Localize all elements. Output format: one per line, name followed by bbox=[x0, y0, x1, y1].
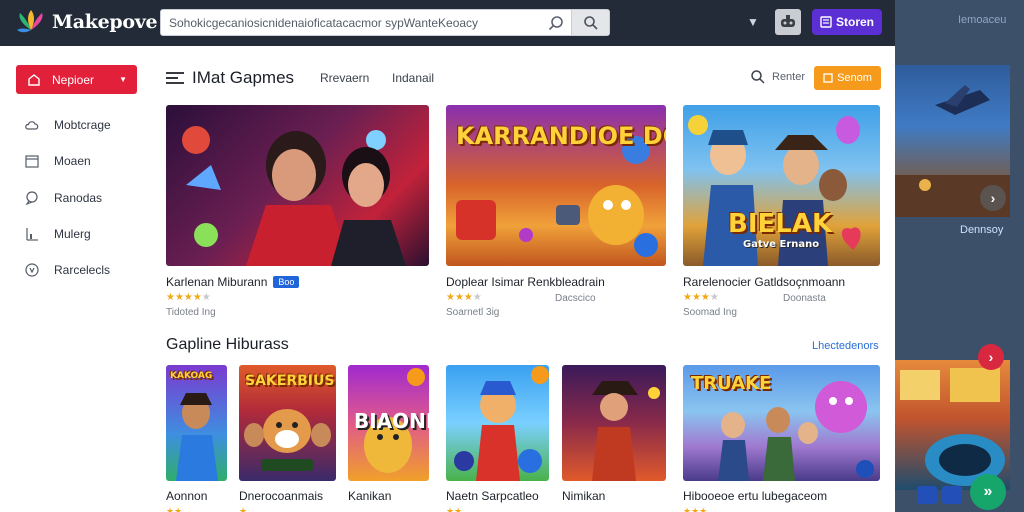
section-title: Gapline Hiburass bbox=[166, 336, 289, 353]
chat-icon bbox=[25, 191, 38, 206]
game-art-subtext: Gatve Ernano bbox=[743, 239, 820, 250]
mini-app-icon[interactable] bbox=[917, 486, 937, 504]
game-badge: Boo bbox=[273, 276, 300, 288]
game-thumbnail[interactable]: TRUAKE bbox=[683, 365, 880, 481]
game-art-text: KAKOAG bbox=[170, 371, 213, 381]
carousel-next-button[interactable]: › bbox=[978, 344, 1004, 370]
game-title[interactable]: Aonnon bbox=[166, 489, 207, 503]
calendar-icon bbox=[25, 155, 39, 168]
search-input[interactable]: Sohokicgecaniosicnidenaioficatacacmor sy… bbox=[169, 16, 539, 30]
carousel-next-button[interactable]: › bbox=[980, 185, 1006, 211]
rating-stars: ★★★★★ bbox=[166, 292, 211, 303]
game-title-text: Rarelenocier Gatldsoçnmoann bbox=[683, 275, 846, 289]
game-art-text: SAKERBIUS bbox=[245, 373, 335, 389]
game-thumbnail[interactable]: BIAONE bbox=[348, 365, 429, 481]
game-thumbnail[interactable]: BIELAK Gatve Ernano bbox=[683, 105, 880, 266]
game-art-text: BIAONE bbox=[354, 409, 429, 433]
game-art-text: KARRANDIOE DOUHRIONE bbox=[456, 122, 666, 150]
sidebar-item-label: Rarcelecls bbox=[54, 263, 111, 277]
sidebar: Nepioer ▼ Mobtcrage Moaen Ranodas Mulerg… bbox=[0, 46, 150, 512]
game-subtitle: Doonasta bbox=[783, 293, 826, 304]
game-title[interactable]: Nimikan bbox=[562, 489, 605, 503]
game-subtitle: Dacscico bbox=[555, 293, 596, 304]
gamepad-icon bbox=[781, 15, 795, 27]
chevron-down-icon[interactable]: ▼ bbox=[747, 15, 759, 29]
orange-action-button[interactable]: Senom bbox=[814, 66, 881, 90]
game-title[interactable]: Dnerocoanmais bbox=[239, 489, 323, 503]
sidebar-item-mobtcrage[interactable]: Mobtcrage bbox=[24, 117, 111, 133]
cloud-icon bbox=[25, 121, 39, 130]
home-icon bbox=[28, 73, 40, 86]
game-thumbnail[interactable]: KAKOAG bbox=[166, 365, 227, 481]
game-title[interactable]: Rarelenocier Gatldsoçnmoann bbox=[683, 275, 845, 289]
background-card-label: Dennsoy bbox=[960, 224, 1004, 236]
sidebar-item-label: Moaen bbox=[54, 154, 91, 168]
rating-stars: ★★ bbox=[446, 506, 463, 512]
orange-button-label: Senom bbox=[837, 72, 872, 84]
rating-stars: ★★★★ bbox=[446, 292, 482, 303]
sidebar-item-rarcelecls[interactable]: Rarcelecls bbox=[24, 262, 110, 278]
go-forward-button[interactable]: » bbox=[970, 474, 1006, 510]
game-title[interactable]: Doplear Isimar Renkbleadrain bbox=[446, 275, 605, 289]
game-thumbnail[interactable]: KARRANDIOE DOUHRIONE bbox=[446, 105, 666, 266]
search-icon bbox=[583, 15, 598, 30]
filter-label[interactable]: Renter bbox=[772, 71, 805, 83]
rating-stars: ★ bbox=[239, 506, 248, 512]
search-field[interactable]: Sohokicgecaniosicnidenaioficatacacmor sy… bbox=[160, 9, 610, 36]
background-card-image bbox=[895, 360, 1010, 490]
game-title-text: Doplear Isimar Renkbleadrain bbox=[446, 275, 605, 289]
main-panel: Nepioer ▼ Mobtcrage Moaen Ranodas Mulerg… bbox=[0, 46, 895, 512]
rating-stars: ★★★ bbox=[683, 506, 708, 512]
store-icon bbox=[820, 16, 832, 28]
chart-icon bbox=[26, 228, 38, 241]
game-title[interactable]: Hibooeoe ertu lubegaceom bbox=[683, 489, 827, 503]
game-thumbnail[interactable]: SAKERBIUS bbox=[239, 365, 336, 481]
rating-stars: ★★ bbox=[166, 506, 183, 512]
store-label: Storen bbox=[835, 15, 874, 29]
game-art-text: BIELAK bbox=[728, 209, 833, 239]
mini-app-icon[interactable] bbox=[942, 486, 962, 504]
game-title[interactable]: Karlenan Miburann Boo bbox=[166, 275, 300, 289]
sidebar-item-label: Nepioer bbox=[52, 72, 95, 87]
sidebar-item-label: Mulerg bbox=[54, 227, 91, 241]
search-icon[interactable] bbox=[547, 14, 565, 32]
logo-icon bbox=[17, 10, 43, 33]
game-meta: Soarnetl 3ig bbox=[446, 307, 500, 318]
chevron-down-icon: ▼ bbox=[119, 75, 127, 84]
sidebar-item-mulerg[interactable]: Mulerg bbox=[24, 226, 91, 242]
game-title[interactable]: Kanikan bbox=[348, 489, 391, 503]
game-title[interactable]: Naetn Sarpcatleo bbox=[446, 489, 539, 503]
page-title: IMat Gapmes bbox=[166, 68, 294, 88]
game-thumbnail[interactable] bbox=[446, 365, 549, 481]
rating-stars: ★★★★ bbox=[683, 292, 719, 303]
avatar[interactable] bbox=[775, 9, 801, 35]
game-title-text: Karlenan Miburann bbox=[166, 275, 268, 289]
search-icon[interactable] bbox=[750, 69, 766, 85]
game-meta: Tidoted Ing bbox=[166, 307, 216, 318]
store-button[interactable]: Storen bbox=[812, 9, 882, 35]
app-name: Makepove bbox=[52, 11, 158, 33]
sidebar-item-ranodas[interactable]: Ranodas bbox=[24, 190, 102, 206]
top-bar: Makepove Sohokicgecaniosicnidenaioficata… bbox=[0, 0, 895, 46]
game-meta: Soomad Ing bbox=[683, 307, 737, 318]
page-title-text: IMat Gapmes bbox=[192, 68, 295, 87]
location-icon bbox=[25, 263, 39, 277]
background-label: Iemoaceu bbox=[958, 14, 1007, 26]
sidebar-item-label: Ranodas bbox=[54, 191, 103, 205]
sidebar-item-active[interactable]: Nepioer ▼ bbox=[16, 65, 137, 94]
square-icon bbox=[823, 73, 833, 83]
game-thumbnail[interactable] bbox=[166, 105, 429, 266]
brand[interactable]: Makepove bbox=[16, 8, 158, 36]
tab-rrevaern[interactable]: Rrevaern bbox=[320, 71, 369, 85]
section-link[interactable]: Lhectedenors bbox=[812, 340, 879, 352]
game-thumbnail[interactable] bbox=[562, 365, 666, 481]
game-art-text: TRUAKE bbox=[691, 373, 772, 394]
list-icon bbox=[166, 72, 184, 84]
sidebar-item-label: Mobtcrage bbox=[54, 118, 111, 132]
sidebar-item-moaen[interactable]: Moaen bbox=[24, 153, 91, 169]
search-button[interactable] bbox=[571, 10, 609, 35]
tab-indanail[interactable]: Indanail bbox=[392, 71, 434, 85]
